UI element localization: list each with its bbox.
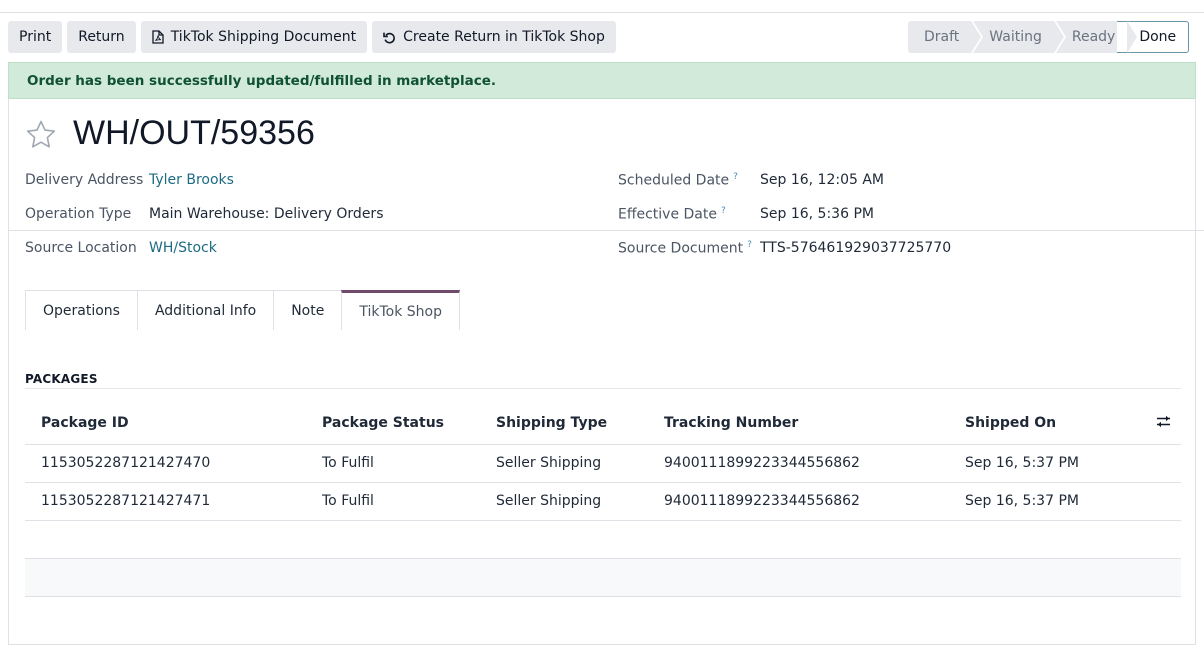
success-alert: Order has been successfully updated/fulf… [8, 62, 1196, 99]
tiktok-shipping-document-label: TikTok Shipping Document [170, 29, 357, 45]
cell-package-status: To Fulfil [322, 482, 496, 521]
help-tooltip-icon[interactable]: ? [733, 172, 738, 182]
action-toolbar: Print Return TikTok Shipping Document Cr… [8, 21, 616, 53]
scheduled-date-value: Sep 16, 12:05 AM [760, 172, 885, 188]
tiktok-shipping-document-button[interactable]: TikTok Shipping Document [140, 21, 368, 53]
column-settings-button[interactable] [1145, 403, 1181, 445]
table-row[interactable]: 1153052287121427471 To Fulfil Seller Shi… [25, 482, 1181, 521]
packages-heading: PACKAGES [25, 372, 98, 386]
source-location-link[interactable]: WH/Stock [149, 240, 217, 256]
create-return-tiktok-button[interactable]: Create Return in TikTok Shop [372, 21, 616, 53]
cell-tracking-number: 9400111899223344556862 [664, 444, 965, 483]
cell-shipping-type: Seller Shipping [496, 444, 664, 483]
tab-tiktok-shop[interactable]: TikTok Shop [341, 290, 460, 330]
print-button[interactable]: Print [8, 21, 63, 53]
notebook-tabs: Operations Additional Info Note TikTok S… [25, 290, 460, 330]
field-label: Effective Date? [618, 206, 726, 223]
cell-empty [1145, 444, 1181, 483]
field-label: Source Location [25, 240, 137, 256]
stage-waiting[interactable]: Waiting [973, 21, 1066, 53]
file-pdf-icon [152, 30, 164, 44]
table-header-row: Package ID Package Status Shipping Type … [25, 403, 1181, 445]
column-header-tracking-number[interactable]: Tracking Number [664, 403, 965, 445]
return-button[interactable]: Return [67, 21, 136, 53]
cell-shipped-on: Sep 16, 5:37 PM [965, 482, 1145, 521]
undo-icon [383, 31, 396, 44]
cell-shipped-on: Sep 16, 5:37 PM [965, 444, 1145, 483]
field-label: Delivery Address [25, 172, 144, 188]
cell-tracking-number: 9400111899223344556862 [664, 482, 965, 521]
column-header-shipping-type[interactable]: Shipping Type [496, 403, 664, 445]
cell-shipping-type: Seller Shipping [496, 482, 664, 521]
cell-empty [1145, 482, 1181, 521]
field-label-text: Source Document [618, 240, 744, 257]
stage-draft[interactable]: Draft [908, 21, 984, 53]
cell-package-id: 1153052287121427471 [25, 482, 322, 521]
form-sheet: WH/OUT/59356 Delivery Address Tyler Broo… [8, 99, 1196, 645]
help-tooltip-icon[interactable]: ? [721, 206, 726, 216]
source-document-value: TTS-576461929037725770 [760, 240, 952, 256]
top-divider [0, 12, 1204, 13]
effective-date-value: Sep 16, 5:36 PM [760, 206, 874, 222]
field-label: Operation Type [25, 206, 132, 222]
help-tooltip-icon[interactable]: ? [747, 240, 752, 250]
cell-package-status: To Fulfil [322, 444, 496, 483]
tab-additional-info[interactable]: Additional Info [136, 290, 275, 330]
empty-cell [25, 520, 1181, 559]
create-return-tiktok-label: Create Return in TikTok Shop [403, 29, 605, 45]
tab-note[interactable]: Note [273, 290, 343, 330]
column-settings-icon [1156, 415, 1171, 432]
cell-package-id: 1153052287121427470 [25, 444, 322, 483]
column-header-package-status[interactable]: Package Status [322, 403, 496, 445]
packages-divider [25, 388, 1181, 389]
field-label-text: Effective Date [618, 206, 717, 223]
field-label: Source Document? [618, 240, 752, 257]
alert-message: Order has been successfully updated/fulf… [27, 72, 496, 89]
table-row[interactable]: 1153052287121427470 To Fulfil Seller Shi… [25, 444, 1181, 483]
empty-row [25, 558, 1181, 597]
field-label-text: Scheduled Date [618, 172, 730, 189]
delivery-address-link[interactable]: Tyler Brooks [149, 172, 234, 188]
operation-type-value[interactable]: Main Warehouse: Delivery Orders [149, 206, 384, 222]
tab-underline [8, 230, 1204, 231]
star-icon[interactable] [25, 119, 57, 155]
column-header-package-id[interactable]: Package ID [25, 403, 322, 445]
status-bar: Draft Waiting Ready Done [908, 21, 1191, 53]
packages-table: Package ID Package Status Shipping Type … [25, 403, 1181, 597]
tab-operations[interactable]: Operations [25, 290, 138, 330]
column-header-shipped-on[interactable]: Shipped On [965, 403, 1145, 445]
empty-cell [25, 558, 1181, 597]
empty-row [25, 520, 1181, 559]
record-title: WH/OUT/59356 [73, 114, 315, 152]
field-label: Scheduled Date? [618, 172, 738, 189]
